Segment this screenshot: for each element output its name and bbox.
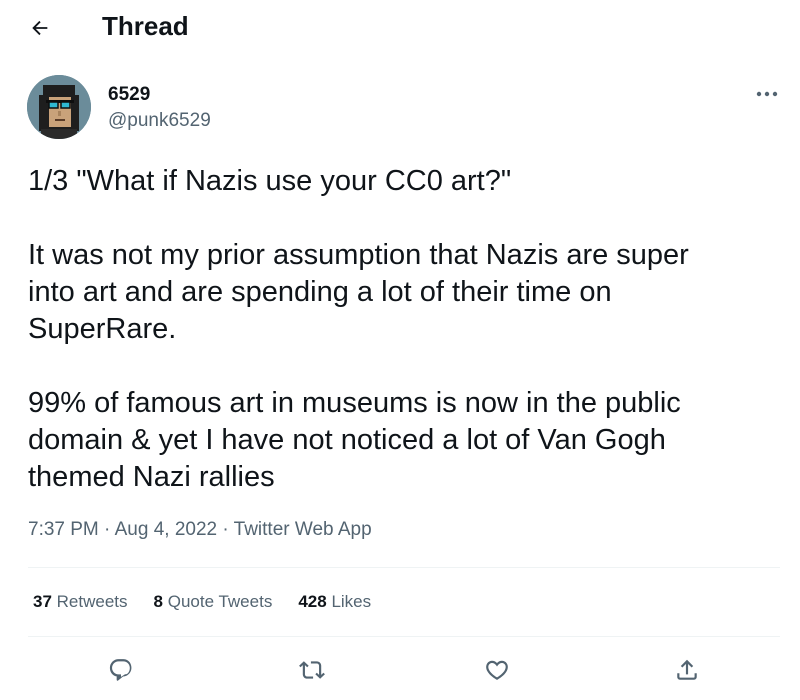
engagement-stats: 37 Retweets 8 Quote Tweets 428 Likes (33, 590, 371, 614)
meta-separator: · (222, 519, 229, 540)
page-title: Thread (102, 11, 189, 41)
reply-button[interactable] (101, 650, 141, 690)
retweets-count: 37 (33, 592, 52, 611)
punk-avatar-icon (27, 75, 91, 139)
retweets-stat[interactable]: 37 Retweets (33, 590, 128, 614)
tweet-meta: 7:37 PM · Aug 4, 2022 · Twitter Web App (28, 518, 372, 542)
share-icon (674, 657, 700, 683)
tweet-date[interactable]: Aug 4, 2022 (115, 519, 217, 540)
like-icon (484, 657, 510, 683)
back-button[interactable] (22, 10, 58, 46)
retweets-label: Retweets (56, 592, 128, 611)
likes-label: Likes (331, 592, 372, 611)
like-button[interactable] (477, 650, 517, 690)
divider (28, 567, 780, 568)
tweet-time[interactable]: 7:37 PM (28, 519, 99, 540)
author-name[interactable]: 6529 (108, 84, 150, 106)
share-button[interactable] (667, 650, 707, 690)
more-options-button[interactable] (750, 80, 784, 108)
more-dots-icon (756, 90, 778, 98)
likes-stat[interactable]: 428 Likes (298, 590, 371, 614)
likes-count: 428 (298, 592, 327, 611)
author-handle[interactable]: @punk6529 (108, 110, 211, 132)
tweet-text: 1/3 "What if Nazis use your CC0 art?" It… (28, 165, 689, 493)
retweet-icon (299, 657, 325, 683)
tweet-thread-page: Thread 6529 @punk6529 1/3 "What if Nazis… (0, 0, 800, 700)
arrow-left-icon (29, 17, 51, 39)
tweet-source[interactable]: Twitter Web App (234, 519, 372, 540)
quote-tweets-stat[interactable]: 8 Quote Tweets (154, 590, 273, 614)
quote-tweets-label: Quote Tweets (167, 592, 273, 611)
avatar[interactable] (27, 75, 91, 139)
retweet-button[interactable] (292, 650, 332, 690)
quote-tweets-count: 8 (153, 592, 163, 611)
header: Thread (0, 0, 800, 56)
meta-separator: · (104, 519, 111, 540)
divider (28, 636, 780, 637)
reply-icon (108, 657, 134, 683)
